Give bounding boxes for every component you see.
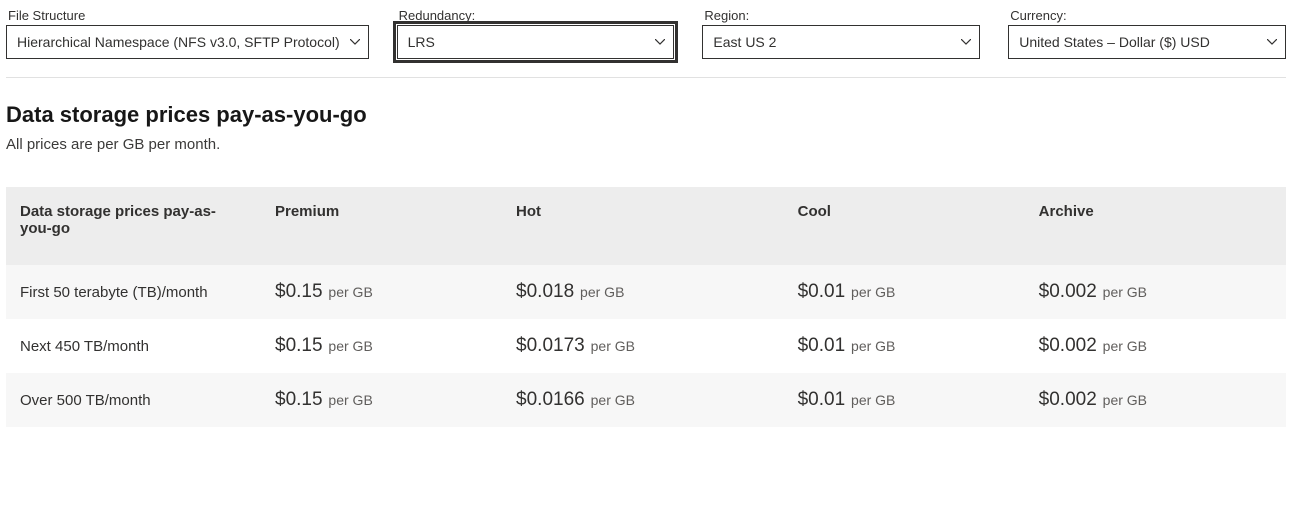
price-unit: per GB bbox=[325, 338, 373, 354]
column-header: Premium bbox=[261, 187, 502, 265]
price-unit: per GB bbox=[325, 284, 373, 300]
region-select[interactable]: East US 2 bbox=[702, 25, 980, 59]
select-value: LRS bbox=[408, 34, 435, 50]
price-cell: $0.018 per GB bbox=[502, 265, 784, 319]
price-unit: per GB bbox=[1099, 284, 1147, 300]
filter-label: Currency: bbox=[1008, 8, 1286, 23]
price-unit: per GB bbox=[847, 338, 895, 354]
section-title: Data storage prices pay-as-you-go bbox=[6, 102, 1286, 128]
price-cell: $0.15 per GB bbox=[261, 373, 502, 427]
currency-select[interactable]: United States – Dollar ($) USD bbox=[1008, 25, 1286, 59]
price-unit: per GB bbox=[1099, 392, 1147, 408]
table-row: Next 450 TB/month$0.15 per GB$0.0173 per… bbox=[6, 319, 1286, 373]
price-cell: $0.002 per GB bbox=[1025, 319, 1286, 373]
select-value: East US 2 bbox=[713, 34, 776, 50]
price-cell: $0.01 per GB bbox=[784, 373, 1025, 427]
price-cell: $0.002 per GB bbox=[1025, 265, 1286, 319]
filter-label: Redundancy: bbox=[397, 8, 675, 23]
select-value: United States – Dollar ($) USD bbox=[1019, 34, 1210, 50]
column-header: Archive bbox=[1025, 187, 1286, 265]
filter-bar: File Structure Hierarchical Namespace (N… bbox=[6, 8, 1286, 77]
column-header: Data storage prices pay-as-you-go bbox=[6, 187, 261, 265]
column-header: Hot bbox=[502, 187, 784, 265]
price-cell: $0.0166 per GB bbox=[502, 373, 784, 427]
filter-redundancy: Redundancy: LRS bbox=[397, 8, 675, 59]
price-cell: $0.15 per GB bbox=[261, 265, 502, 319]
price-unit: per GB bbox=[1099, 338, 1147, 354]
chevron-down-icon bbox=[1267, 39, 1277, 45]
price-value: $0.0173 bbox=[516, 335, 585, 356]
price-value: $0.002 bbox=[1039, 389, 1097, 410]
price-cell: $0.002 per GB bbox=[1025, 373, 1286, 427]
table-row: First 50 terabyte (TB)/month $0.15 per GB… bbox=[6, 265, 1286, 319]
chevron-down-icon bbox=[350, 39, 360, 45]
pricing-table: Data storage prices pay-as-you-go Premiu… bbox=[6, 187, 1286, 427]
price-value: $0.002 bbox=[1039, 335, 1097, 356]
filter-file-structure: File Structure Hierarchical Namespace (N… bbox=[6, 8, 369, 59]
row-label: Over 500 TB/month bbox=[20, 392, 151, 409]
price-value: $0.002 bbox=[1039, 281, 1097, 302]
row-label-cell: Next 450 TB/month bbox=[6, 319, 261, 373]
price-unit: per GB bbox=[847, 392, 895, 408]
row-label: First 50 terabyte (TB)/month bbox=[20, 284, 208, 301]
row-label-cell: Over 500 TB/month bbox=[6, 373, 261, 427]
price-value: $0.01 bbox=[798, 389, 846, 410]
file-structure-select[interactable]: Hierarchical Namespace (NFS v3.0, SFTP P… bbox=[6, 25, 369, 59]
price-unit: per GB bbox=[587, 392, 635, 408]
divider bbox=[6, 77, 1286, 78]
section-subtitle: All prices are per GB per month. bbox=[6, 136, 1286, 153]
filter-label: File Structure bbox=[6, 8, 369, 23]
filter-currency: Currency: United States – Dollar ($) USD bbox=[1008, 8, 1286, 59]
chevron-down-icon bbox=[961, 39, 971, 45]
price-cell: $0.01 per GB bbox=[784, 265, 1025, 319]
table-header-row: Data storage prices pay-as-you-go Premiu… bbox=[6, 187, 1286, 265]
price-value: $0.15 bbox=[275, 335, 323, 356]
price-cell: $0.0173 per GB bbox=[502, 319, 784, 373]
column-header: Cool bbox=[784, 187, 1025, 265]
price-unit: per GB bbox=[847, 284, 895, 300]
price-value: $0.15 bbox=[275, 281, 323, 302]
price-unit: per GB bbox=[325, 392, 373, 408]
filter-region: Region: East US 2 bbox=[702, 8, 980, 59]
price-unit: per GB bbox=[576, 284, 624, 300]
table-row: Over 500 TB/month$0.15 per GB$0.0166 per… bbox=[6, 373, 1286, 427]
price-cell: $0.15 per GB bbox=[261, 319, 502, 373]
row-label: Next 450 TB/month bbox=[20, 338, 149, 355]
price-value: $0.018 bbox=[516, 281, 574, 302]
redundancy-select[interactable]: LRS bbox=[397, 25, 675, 59]
price-value: $0.01 bbox=[798, 335, 846, 356]
price-cell: $0.01 per GB bbox=[784, 319, 1025, 373]
select-value: Hierarchical Namespace (NFS v3.0, SFTP P… bbox=[17, 34, 340, 50]
price-value: $0.15 bbox=[275, 389, 323, 410]
price-value: $0.01 bbox=[798, 281, 846, 302]
filter-label: Region: bbox=[702, 8, 980, 23]
price-value: $0.0166 bbox=[516, 389, 585, 410]
chevron-down-icon bbox=[655, 39, 665, 45]
price-unit: per GB bbox=[587, 338, 635, 354]
row-label-cell: First 50 terabyte (TB)/month bbox=[6, 265, 261, 319]
